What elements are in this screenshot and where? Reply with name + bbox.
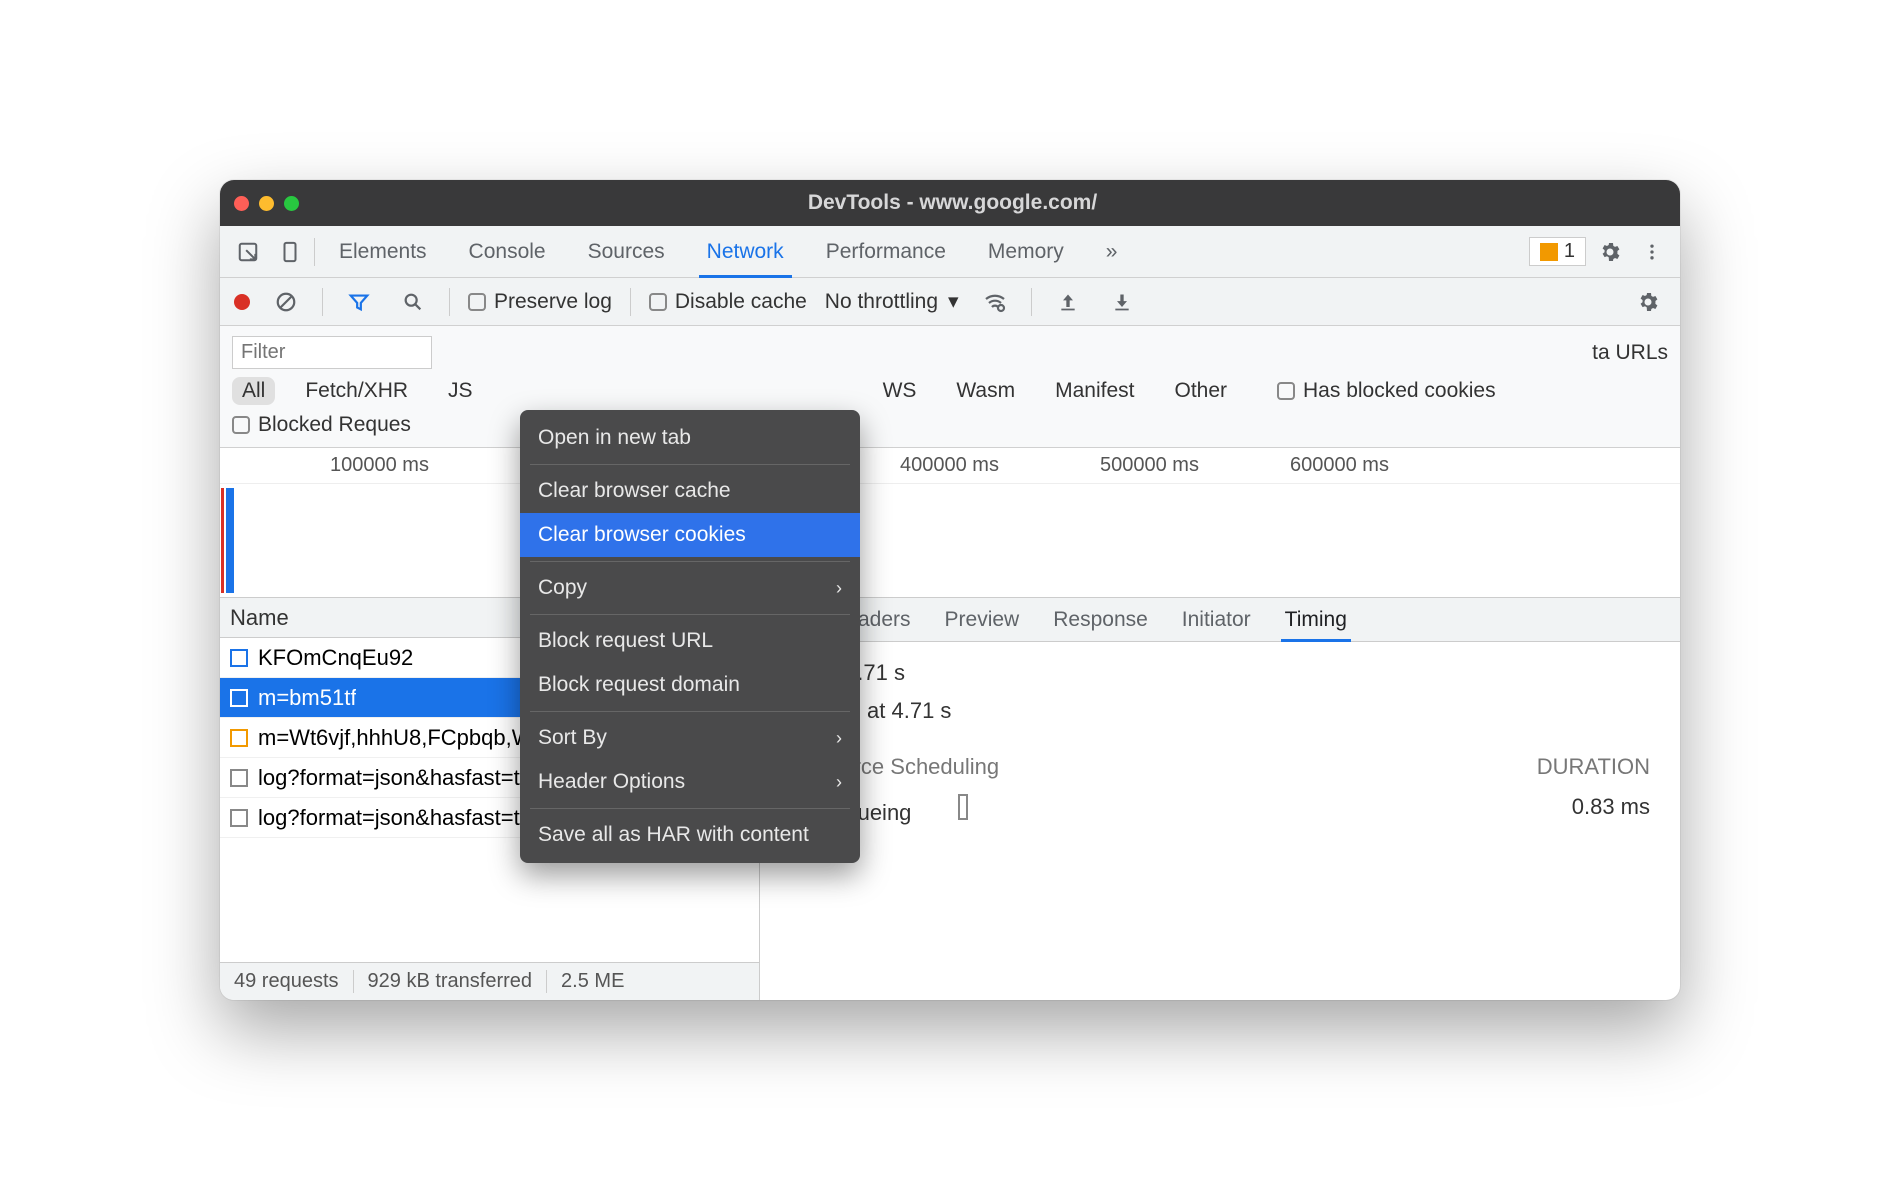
- panel-tabs: Elements Console Sources Network Perform…: [220, 226, 1680, 278]
- window-title: DevTools - www.google.com/: [299, 191, 1606, 215]
- timing-body: ed at 4.71 s Started at 4.71 s Resource …: [760, 642, 1680, 1000]
- context-menu[interactable]: Open in new tab Clear browser cacheClear …: [520, 410, 860, 863]
- request-name: KFOmCnqEu92: [258, 645, 413, 671]
- chevron-right-icon: ›: [836, 772, 842, 793]
- has-blocked-cookies-checkbox[interactable]: Has blocked cookies: [1277, 379, 1496, 403]
- filter-type-fetch[interactable]: Fetch/XHR: [295, 377, 418, 405]
- detail-tabs: ✕ aders Preview Response Initiator Timin…: [760, 598, 1680, 642]
- file-icon: [230, 809, 248, 827]
- lower-panels: Name KFOmCnqEu92m=bm51tfm=Wt6vjf,hhhU8,F…: [220, 598, 1680, 1000]
- menu-separator: [530, 464, 850, 465]
- throttling-select[interactable]: No throttling ▾: [825, 289, 959, 314]
- status-requests: 49 requests: [220, 970, 354, 993]
- warnings-badge[interactable]: 1: [1529, 237, 1586, 266]
- tab-elements[interactable]: Elements: [321, 226, 445, 277]
- filter-type-wasm[interactable]: Wasm: [946, 377, 1025, 405]
- file-icon: [230, 769, 248, 787]
- menu-item[interactable]: Copy›: [520, 566, 860, 610]
- window-controls: [234, 196, 299, 211]
- tick-1: 100000 ms: [330, 454, 429, 477]
- menu-item[interactable]: Clear browser cookies: [520, 513, 860, 557]
- tick-4: 600000 ms: [1290, 454, 1389, 477]
- file-icon: [230, 689, 248, 707]
- upload-icon[interactable]: [1050, 284, 1086, 320]
- menu-separator: [530, 561, 850, 562]
- network-settings-icon[interactable]: [1630, 284, 1666, 320]
- tab-sources[interactable]: Sources: [570, 226, 683, 277]
- tick-2: 400000 ms: [900, 454, 999, 477]
- close-window-button[interactable]: [234, 196, 249, 211]
- menu-separator: [530, 808, 850, 809]
- queueing-bar: [958, 794, 968, 820]
- search-icon[interactable]: [395, 284, 431, 320]
- detail-tab-response[interactable]: Response: [1053, 598, 1148, 641]
- menu-item[interactable]: Clear browser cache: [520, 469, 860, 513]
- menu-separator: [530, 614, 850, 615]
- started-at: Started at 4.71 s: [790, 698, 1650, 724]
- request-name: m=bm51tf: [258, 685, 356, 711]
- filter-type-js[interactable]: JS: [438, 377, 483, 405]
- filter-type-ws[interactable]: WS: [873, 377, 927, 405]
- status-bar: 49 requests 929 kB transferred 2.5 ME: [220, 962, 759, 1000]
- menu-item[interactable]: Save all as HAR with content: [520, 813, 860, 857]
- disable-cache-checkbox[interactable]: Disable cache: [649, 290, 807, 314]
- settings-icon[interactable]: [1592, 234, 1628, 270]
- tab-performance[interactable]: Performance: [808, 226, 964, 277]
- clear-icon[interactable]: [268, 284, 304, 320]
- queueing-time: 0.83 ms: [1572, 794, 1650, 826]
- download-icon[interactable]: [1104, 284, 1140, 320]
- status-transferred: 929 kB transferred: [354, 970, 548, 993]
- overview-timeline[interactable]: 100000 ms 400000 ms 500000 ms 600000 ms: [220, 448, 1680, 598]
- warning-icon: [1540, 243, 1558, 261]
- menu-separator: [530, 711, 850, 712]
- blocked-requests-checkbox[interactable]: Blocked Reques: [232, 413, 411, 437]
- queued-at: ed at 4.71 s: [790, 660, 1650, 686]
- chevron-down-icon: ▾: [948, 289, 959, 314]
- minimize-window-button[interactable]: [259, 196, 274, 211]
- menu-item[interactable]: Header Options›: [520, 760, 860, 804]
- filter-type-manifest[interactable]: Manifest: [1045, 377, 1144, 405]
- preserve-log-checkbox[interactable]: Preserve log: [468, 290, 612, 314]
- status-resources: 2.5 ME: [547, 970, 638, 993]
- menu-item[interactable]: Block request URL: [520, 619, 860, 663]
- filter-type-all[interactable]: All: [232, 377, 275, 405]
- detail-tab-timing[interactable]: Timing: [1285, 598, 1347, 641]
- divider: [314, 238, 315, 266]
- detail-tab-headers[interactable]: aders: [858, 598, 911, 641]
- titlebar: DevTools - www.google.com/: [220, 180, 1680, 226]
- tabs-more[interactable]: »: [1088, 226, 1136, 277]
- timeline-mark-red: [221, 488, 224, 593]
- detail-tab-initiator[interactable]: Initiator: [1182, 598, 1251, 641]
- menu-item[interactable]: Sort By›: [520, 716, 860, 760]
- filters-bar: ta URLs All Fetch/XHR JS WS Wasm Manifes…: [220, 326, 1680, 448]
- record-button[interactable]: [234, 294, 250, 310]
- tick-3: 500000 ms: [1100, 454, 1199, 477]
- detail-panel: ✕ aders Preview Response Initiator Timin…: [760, 598, 1680, 1000]
- tab-memory[interactable]: Memory: [970, 226, 1082, 277]
- filter-type-other[interactable]: Other: [1164, 377, 1237, 405]
- chevron-right-icon: ›: [836, 578, 842, 599]
- file-icon: [230, 649, 248, 667]
- record-icon: [234, 294, 250, 310]
- inspect-icon[interactable]: [230, 234, 266, 270]
- tab-network[interactable]: Network: [689, 226, 802, 277]
- warning-count: 1: [1564, 240, 1575, 263]
- network-toolbar: Preserve log Disable cache No throttling…: [220, 278, 1680, 326]
- menu-item[interactable]: Block request domain: [520, 663, 860, 707]
- duration-label: DURATION: [1537, 754, 1650, 780]
- detail-tab-preview[interactable]: Preview: [945, 598, 1020, 641]
- menu-item[interactable]: Open in new tab: [520, 416, 860, 460]
- network-conditions-icon[interactable]: [977, 284, 1013, 320]
- filter-icon[interactable]: [341, 284, 377, 320]
- filter-input[interactable]: [232, 336, 432, 369]
- chevron-right-icon: ›: [836, 728, 842, 749]
- timeline-mark-blue: [226, 488, 234, 593]
- file-icon: [230, 729, 248, 747]
- data-urls-label: ta URLs: [1592, 341, 1668, 365]
- device-toggle-icon[interactable]: [272, 234, 308, 270]
- tab-console[interactable]: Console: [451, 226, 564, 277]
- maximize-window-button[interactable]: [284, 196, 299, 211]
- devtools-window: DevTools - www.google.com/ Elements Cons…: [220, 180, 1680, 1000]
- kebab-menu-icon[interactable]: [1634, 234, 1670, 270]
